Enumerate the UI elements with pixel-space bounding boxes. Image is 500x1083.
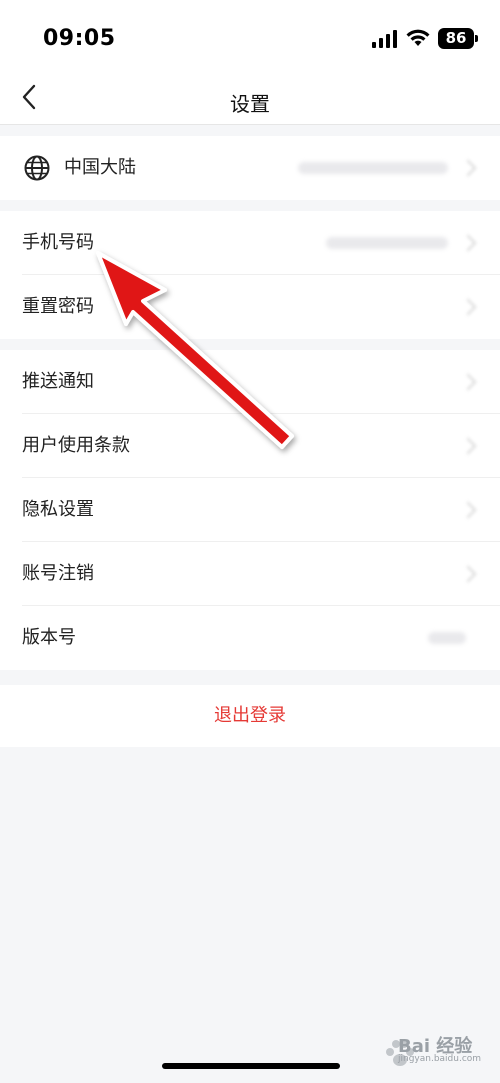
account-cancel-label: 账号注销 [22, 563, 94, 584]
version-label: 版本号 [22, 627, 76, 648]
chevron-right-icon [459, 298, 477, 316]
version-value-blurred [428, 632, 466, 644]
privacy-settings-label: 隐私设置 [22, 499, 94, 520]
push-notification-row[interactable]: 推送通知 [0, 350, 500, 414]
chevron-right-icon [459, 501, 477, 519]
phone-number-row[interactable]: 手机号码 [0, 211, 500, 275]
reset-password-row[interactable]: 重置密码 [0, 275, 500, 339]
chevron-right-icon [459, 565, 477, 583]
settings-group: 推送通知 用户使用条款 隐私设置 账号注销 版本号 [0, 350, 500, 670]
nav-bar: 设置 [0, 80, 500, 125]
region-group: 中国大陆 [0, 136, 500, 200]
status-time: 09:05 [43, 26, 116, 51]
battery-tip [475, 35, 478, 42]
account-group: 手机号码 重置密码 [0, 211, 500, 339]
reset-password-label: 重置密码 [22, 296, 94, 317]
chevron-right-icon [459, 159, 477, 177]
privacy-settings-row[interactable]: 隐私设置 [0, 478, 500, 542]
chevron-right-icon [459, 373, 477, 391]
battery-level: 86 [438, 28, 474, 49]
home-indicator [162, 1063, 340, 1069]
chevron-right-icon [459, 437, 477, 455]
account-cancel-row[interactable]: 账号注销 [0, 542, 500, 606]
region-value-blurred [298, 162, 448, 174]
watermark-subtext: jingyan.baidu.com [398, 1054, 482, 1064]
status-bar: 09:05 86 [0, 0, 500, 80]
user-terms-label: 用户使用条款 [22, 435, 130, 456]
cellular-signal-icon [372, 30, 397, 48]
user-terms-row[interactable]: 用户使用条款 [0, 414, 500, 478]
globe-icon [24, 155, 50, 181]
region-row[interactable]: 中国大陆 [0, 136, 500, 200]
chevron-right-icon [459, 234, 477, 252]
phone-number-value-blurred [326, 237, 448, 249]
phone-number-label: 手机号码 [22, 232, 94, 253]
page-title: 设置 [230, 92, 270, 116]
wifi-icon [406, 29, 430, 46]
region-label: 中国大陆 [64, 157, 136, 178]
version-row: 版本号 [0, 606, 500, 670]
push-notification-label: 推送通知 [22, 371, 94, 392]
logout-button[interactable]: 退出登录 [0, 685, 500, 747]
